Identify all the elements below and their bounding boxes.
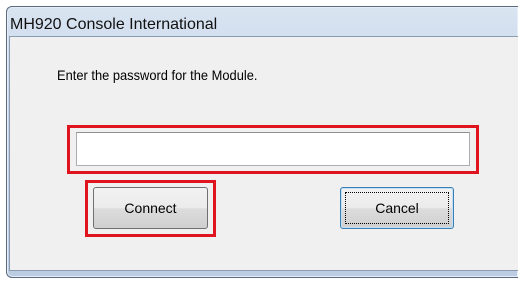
- window-title: MH920 Console International: [10, 16, 218, 33]
- cancel-button-label: Cancel: [375, 200, 419, 216]
- screenshot-frame: MH920 Console International Enter the pa…: [0, 0, 518, 286]
- connect-button-label: Connect: [124, 200, 177, 216]
- password-prompt-label: Enter the password for the Module.: [57, 67, 258, 83]
- connect-button[interactable]: Connect: [93, 187, 208, 229]
- title-bar[interactable]: MH920 Console International: [7, 7, 518, 37]
- password-input[interactable]: [76, 132, 470, 166]
- cancel-button[interactable]: Cancel: [340, 187, 454, 229]
